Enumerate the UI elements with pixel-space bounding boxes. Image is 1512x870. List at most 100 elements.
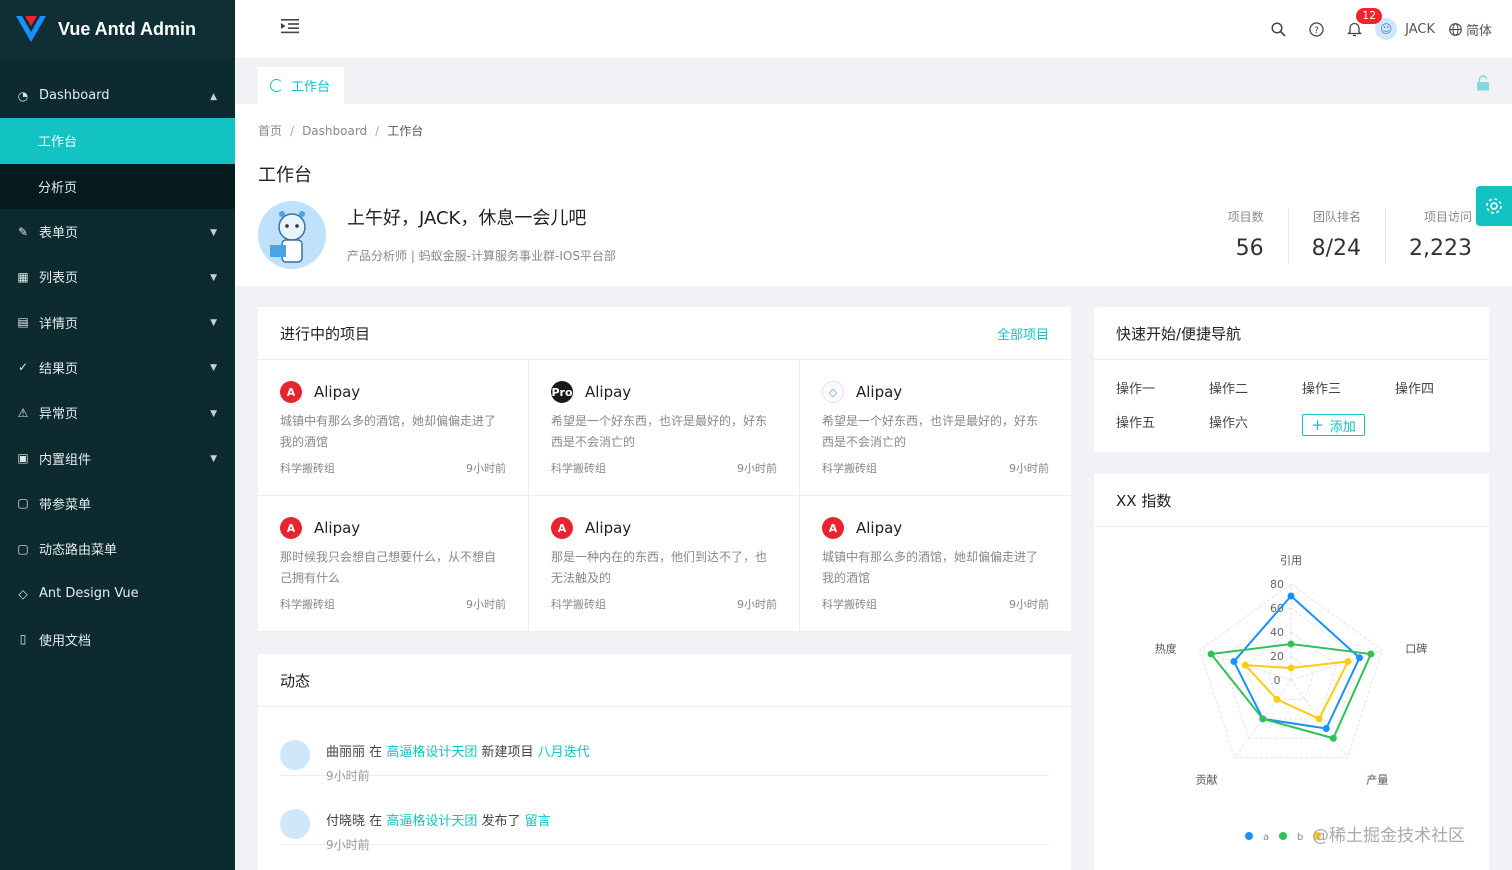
sidebar-item-label: 内置组件 (39, 452, 92, 468)
language-selector[interactable]: 简体 (1449, 20, 1492, 39)
sidebar-item-result[interactable]: ✓ 结果页 ▼ (0, 345, 235, 390)
doc-icon: ▯ (19, 632, 27, 647)
radar-data-point (1322, 725, 1330, 733)
notification-button[interactable]: 12 (1335, 0, 1383, 58)
project-name[interactable]: Alipay (314, 519, 360, 537)
radar-data-point (1207, 650, 1215, 658)
project-title-row: ◇ Alipay (822, 381, 1049, 403)
sidebar-item-dashboard[interactable]: ◔ Dashboard ▲ (0, 73, 235, 118)
project-card[interactable]: A Alipay 那是一种内在的东西，他们到达不了，也无法触及的 科学搬砖组 9小时前 (529, 496, 800, 632)
project-name[interactable]: Alipay (585, 383, 631, 401)
sidebar-item-docs[interactable]: ▯ 使用文档 (0, 617, 235, 662)
unlock-icon[interactable] (1476, 75, 1490, 91)
activity-group-link[interactable]: 高逼格设计天团 (386, 814, 477, 829)
page-header: 首页 / Dashboard / 工作台 工作台 上午好，JACK，休息一会儿吧 产品分… (235, 104, 1512, 286)
chevron-up-icon: ▲ (210, 91, 217, 102)
all-projects-link[interactable]: 全部项目 (997, 324, 1049, 343)
project-team[interactable]: 科学搬砖组 (280, 460, 335, 476)
logo[interactable]: Vue Antd Admin (0, 0, 235, 58)
stat-visits: 项目访问 2,223 (1385, 208, 1472, 264)
quick-link[interactable]: 操作三 (1302, 380, 1395, 400)
project-name[interactable]: Alipay (856, 519, 902, 537)
stat-team-rank: 团队排名 8/24 (1287, 208, 1385, 264)
breadcrumb-home[interactable]: 首页 (258, 124, 282, 138)
search-button[interactable] (1259, 0, 1297, 58)
sidebar-item-list[interactable]: ▦ 列表页 ▼ (0, 254, 235, 299)
project-name[interactable]: Alipay (856, 383, 902, 401)
quick-link[interactable]: 操作二 (1209, 380, 1302, 400)
project-team[interactable]: 科学搬砖组 (551, 460, 606, 476)
activity-text: 付晓晓 在 高逼格设计天团 发布了 留言 (326, 810, 551, 829)
sidebar-item-workplace[interactable]: 工作台 (0, 118, 235, 164)
project-team[interactable]: 科学搬砖组 (280, 596, 335, 612)
quick-nav-card: 快速开始/便捷导航 操作一 操作二 操作三 操作四 操作五 操作六 + 添加 (1094, 307, 1489, 452)
project-card[interactable]: A Alipay 那时候我只会想自己想要什么，从不想自己拥有什么 科学搬砖组 9小时前 (258, 496, 529, 632)
project-name[interactable]: Alipay (314, 383, 360, 401)
sidebar-item-components[interactable]: ▣ 内置组件 ▼ (0, 435, 235, 480)
project-footer: 科学搬砖组 9小时前 (551, 596, 777, 612)
user-menu[interactable]: ☺ JACK (1375, 18, 1435, 40)
sidebar-item-label: Dashboard (39, 88, 110, 104)
project-card[interactable]: A Alipay 城镇中有那么多的酒馆，她却偏偏走进了我的酒馆 科学搬砖组 9小时前 (800, 496, 1071, 632)
chevron-down-icon: ▼ (210, 363, 217, 374)
project-card[interactable]: Pro Alipay 希望是一个好东西，也许是最好的，好东西是不会消亡的 科学搬砖组 9… (529, 360, 800, 496)
watermark: @稀土掘金技术社区 (1312, 826, 1465, 846)
project-card[interactable]: ◇ Alipay 希望是一个好东西，也许是最好的，好东西是不会消亡的科学搬砖组 9小时… (800, 360, 1071, 496)
quick-link[interactable]: 操作五 (1116, 414, 1209, 434)
menu-fold-icon[interactable] (281, 18, 299, 34)
activity-target-link[interactable]: 八月迭代 (538, 745, 590, 760)
project-footer: 科学搬砖组 9小时前 (280, 596, 506, 612)
sidebar-item-label: 带参菜单 (39, 497, 92, 513)
project-team[interactable]: 科学搬砖组 (822, 460, 877, 476)
project-description: 希望是一个好东西，也许是最好的，好东西是不会消亡的 (822, 414, 1039, 449)
chevron-down-icon: ▼ (210, 227, 217, 238)
radar-category-label: 引用 (1280, 553, 1302, 567)
file-icon: ▢ (17, 496, 29, 511)
quick-link[interactable]: 操作四 (1395, 380, 1488, 400)
quick-link[interactable]: 操作一 (1116, 380, 1209, 400)
sidebar-item-analysis[interactable]: 分析页 (0, 164, 235, 209)
project-team[interactable]: 科学搬砖组 (822, 596, 877, 612)
settings-drawer-button[interactable] (1476, 186, 1512, 226)
header-actions: ? 12 ☺ JACK 简体 (1259, 0, 1492, 58)
activity-target-link[interactable]: 留言 (525, 814, 551, 829)
project-card[interactable]: A Alipay 城镇中有那么多的酒馆，她却偏偏走进了我的酒馆 科学搬砖组 9小时前 (258, 360, 529, 496)
sidebar-item-label: 结果页 (39, 361, 79, 377)
project-logo-icon: Pro (551, 381, 573, 403)
quick-nav-title: 快速开始/便捷导航 (1116, 324, 1242, 343)
quick-link[interactable]: 操作六 (1209, 414, 1302, 434)
activity-group-link[interactable]: 高逼格设计天团 (386, 745, 477, 760)
project-title-row: A Alipay (551, 517, 777, 539)
header-stats: 项目数 56 团队排名 8/24 项目访问 2,223 (1204, 208, 1472, 264)
sidebar-item-label: 动态路由菜单 (39, 543, 118, 559)
project-team[interactable]: 科学搬砖组 (551, 596, 606, 612)
radar-data-point (1315, 715, 1323, 723)
sidebar-item-detail[interactable]: ▤ 详情页 ▼ (0, 299, 235, 344)
add-quick-link-button[interactable]: + 添加 (1302, 414, 1365, 436)
add-label: 添加 (1329, 419, 1356, 435)
notification-badge: 12 (1356, 8, 1383, 24)
sidebar-item-dynamic-route[interactable]: ▢ 动态路由菜单 (0, 526, 235, 571)
sidebar-item-exception[interactable]: ⚠ 异常页 ▼ (0, 390, 235, 435)
radar-category-label: 贡献 (1196, 773, 1218, 787)
sidebar-item-label: 使用文档 (39, 633, 92, 649)
radar-card: XX 指数 0 20 40 60 80 引用 口碑 产量 贡献 热度 a b @稀土掘金技术社区 (1094, 474, 1489, 870)
project-title-row: A Alipay (280, 381, 506, 403)
breadcrumb-dashboard[interactable]: Dashboard (302, 124, 367, 138)
radar-data-point (1230, 657, 1238, 665)
radar-category-label: 热度 (1155, 641, 1177, 655)
tab-workplace[interactable]: 工作台 (258, 67, 345, 104)
sidebar-submenu-dashboard: 工作台 分析页 (0, 118, 235, 209)
project-name[interactable]: Alipay (585, 519, 631, 537)
help-button[interactable]: ? (1297, 0, 1335, 58)
sidebar-item-label: 详情页 (39, 316, 79, 332)
avatar (258, 201, 326, 269)
project-description: 希望是一个好东西，也许是最好的，好东西是不会消亡的 (551, 414, 768, 449)
svg-text:?: ? (1314, 26, 1319, 36)
sidebar-item-form[interactable]: ✎ 表单页 ▼ (0, 209, 235, 254)
radar-data-point (1241, 661, 1249, 669)
project-footer: 科学搬砖组 9小时前 (822, 460, 1049, 476)
sidebar-item-ant-design-vue[interactable]: ◇ Ant Design Vue (0, 571, 235, 616)
sidebar-item-param-menu[interactable]: ▢ 带参菜单 (0, 481, 235, 526)
stat-value: 2,223 (1409, 236, 1472, 261)
